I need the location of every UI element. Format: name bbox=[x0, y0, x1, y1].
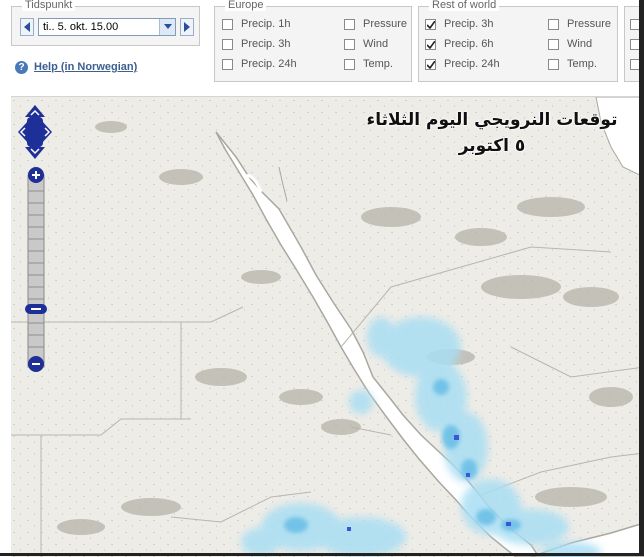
option-label: Pressure bbox=[363, 18, 408, 30]
checkbox[interactable] bbox=[548, 59, 559, 70]
option-label: Pressure bbox=[567, 18, 612, 30]
zoom-slider[interactable] bbox=[25, 167, 47, 373]
window-frame-right bbox=[639, 0, 644, 556]
checkbox[interactable] bbox=[425, 59, 436, 70]
option-label: Precip. 3h bbox=[444, 18, 494, 30]
world-layer-group: Rest of world Precip. 3h Pressure Precip… bbox=[418, 0, 618, 82]
checkmark-icon bbox=[427, 41, 435, 49]
checkbox[interactable] bbox=[344, 19, 355, 30]
checkbox[interactable] bbox=[425, 19, 436, 30]
checkbox[interactable] bbox=[425, 39, 436, 50]
option-label: Wind bbox=[567, 38, 593, 50]
checkbox[interactable] bbox=[222, 19, 233, 30]
caption-line-2: ٥ اكتوبر bbox=[458, 136, 526, 156]
chevron-down-icon[interactable] bbox=[159, 19, 175, 35]
pan-right-icon[interactable] bbox=[42, 121, 52, 143]
checkbox[interactable] bbox=[222, 59, 233, 70]
time-dropdown-value: ti.. 5. okt. 15.00 bbox=[43, 21, 119, 33]
weather-map[interactable]: توقعات النرويجي اليوم الثلاثاء ٥ اكتوبر bbox=[11, 96, 644, 557]
option-label: Temp. bbox=[567, 58, 597, 70]
forecast-caption: توقعات النرويجي اليوم الثلاثاء ٥ اكتوبر bbox=[351, 107, 633, 159]
option-label: Precip. 24h bbox=[241, 58, 297, 70]
zoom-out-icon[interactable] bbox=[28, 356, 44, 372]
checkmark-icon bbox=[427, 61, 435, 69]
zoom-handle[interactable] bbox=[25, 304, 47, 314]
zoom-in-icon[interactable] bbox=[28, 167, 44, 183]
option-label: Temp. bbox=[363, 58, 393, 70]
previous-time-button[interactable] bbox=[20, 18, 34, 36]
pan-control[interactable] bbox=[18, 105, 52, 159]
europe-layer-group: Europe Precip. 1h Pressure Precip. 3h Wi… bbox=[214, 0, 412, 82]
checkbox[interactable] bbox=[548, 39, 559, 50]
option-label: Precip. 24h bbox=[444, 58, 500, 70]
checkbox[interactable] bbox=[344, 59, 355, 70]
option-label: Precip. 3h bbox=[241, 38, 291, 50]
time-selector-group: Tidspunkt ti.. 5. okt. 15.00 bbox=[11, 0, 200, 46]
arrow-right-icon bbox=[184, 22, 190, 32]
time-dropdown[interactable]: ti.. 5. okt. 15.00 bbox=[38, 18, 176, 36]
checkbox[interactable] bbox=[344, 39, 355, 50]
checkbox[interactable] bbox=[222, 39, 233, 50]
time-legend: Tidspunkt bbox=[22, 0, 76, 11]
caption-line-1: توقعات النرويجي اليوم الثلاثاء bbox=[366, 110, 618, 130]
pan-left-icon[interactable] bbox=[18, 121, 28, 143]
checkbox[interactable] bbox=[548, 19, 559, 30]
map-terrain bbox=[11, 97, 644, 557]
help-icon[interactable]: ? bbox=[15, 61, 28, 74]
option-label: Precip. 1h bbox=[241, 18, 291, 30]
checkmark-icon bbox=[427, 21, 435, 29]
next-time-button[interactable] bbox=[180, 18, 194, 36]
option-label: Wind bbox=[363, 38, 389, 50]
europe-legend: Europe bbox=[225, 0, 267, 11]
world-legend: Rest of world bbox=[429, 0, 500, 11]
arrow-left-icon bbox=[24, 22, 30, 32]
control-panel: Tidspunkt ti.. 5. okt. 15.00 ? Help (in … bbox=[0, 0, 644, 96]
option-label: Precip. 6h bbox=[444, 38, 494, 50]
help-link[interactable]: Help (in Norwegian) bbox=[34, 61, 137, 73]
